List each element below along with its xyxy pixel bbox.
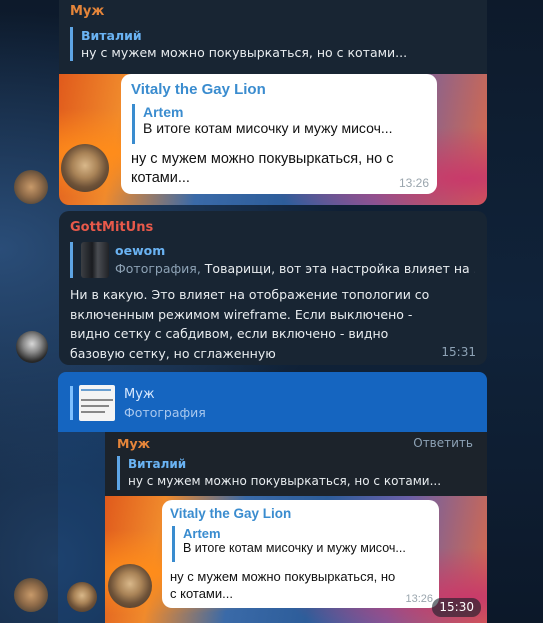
screenshot-quote-text: В итоге котам мисочку и мужу мисоч...: [143, 120, 393, 136]
message-image[interactable]: Vitaly the Gay Lion Artem В итоге котам …: [105, 496, 487, 623]
screenshot-bubble: Vitaly the Gay Lion Artem В итоге котам …: [162, 500, 439, 608]
screenshot-quote: Artem В итоге котам мисочку и мужу мисоч…: [132, 104, 433, 144]
screenshot-time: 13:26: [405, 593, 433, 605]
screenshot-bubble: Vitaly the Gay Lion Artem В итоге котам …: [121, 74, 437, 194]
sender-avatar-muzh[interactable]: [14, 170, 48, 204]
screenshot-avatar: [108, 564, 152, 608]
screenshot-text: ну с мужем можно покувыркаться, но с кот…: [170, 569, 396, 601]
message-bubble-2[interactable]: GottMitUns oewom Фотография, Товарищи, в…: [59, 211, 487, 365]
message-bubble-1[interactable]: Муж Виталий ну с мужем можно покувыркать…: [59, 0, 487, 205]
message-time: 15:30: [439, 600, 474, 614]
sender-avatar-gott[interactable]: [16, 331, 48, 363]
message-author[interactable]: Муж: [70, 4, 104, 19]
message-author[interactable]: Муж: [117, 436, 150, 451]
reply-text: ну с мужем можно покувыркаться, но с кот…: [128, 474, 442, 488]
screenshot-author: Vitaly the Gay Lion: [170, 506, 292, 521]
sender-avatar-muzh[interactable]: [14, 578, 48, 612]
screenshot-quote-text: В итоге котам мисочку и мужу мисоч...: [183, 541, 406, 555]
reply-banner-bar: [70, 386, 73, 420]
message-author[interactable]: GottMitUns: [70, 220, 153, 235]
reply-banner-kind: Фотография: [124, 405, 206, 420]
screenshot-quote-author: Artem: [143, 104, 184, 120]
reply-banner-author: Муж: [124, 387, 155, 402]
screenshot-time: 13:26: [398, 176, 429, 190]
screenshot-text: ну с мужем можно покувыркаться, но с кот…: [131, 151, 394, 186]
reply-kind: Фотография,: [115, 261, 201, 276]
reply-author: Виталий: [128, 457, 187, 471]
screenshot-quote: Artem В итоге котам мисочку и мужу мисоч…: [172, 526, 438, 562]
reply-quote[interactable]: Виталий ну с мужем можно покувыркаться, …: [70, 27, 461, 61]
screenshot-author: Vitaly the Gay Lion: [131, 81, 266, 98]
forwarded-sender-avatar[interactable]: [67, 582, 97, 612]
reply-thumbnail: [81, 242, 109, 278]
reply-banner-thumbnail: [79, 385, 115, 421]
reply-action-link[interactable]: Ответить: [413, 436, 473, 450]
reply-quote[interactable]: Виталий ну с мужем можно покувыркаться, …: [117, 456, 488, 490]
reply-quote[interactable]: oewom Фотография, Товарищи, вот эта наст…: [70, 242, 486, 278]
reply-author: oewom: [115, 243, 166, 258]
screenshot-avatar: [61, 144, 109, 192]
reply-line: Фотография, Товарищи, вот эта настройка …: [115, 260, 475, 277]
message-time: 15:31: [441, 345, 476, 359]
reply-text: Товарищи, вот эта настройка влияет на ..…: [204, 261, 475, 276]
reply-author: Виталий: [81, 28, 142, 43]
reply-banner[interactable]: Муж Фотография: [58, 372, 487, 432]
screenshot-quote-author: Artem: [183, 526, 221, 541]
message-image[interactable]: Vitaly the Gay Lion Artem В итоге котам …: [59, 74, 487, 205]
message-text: Ни в какую. Это влияет на отображение то…: [70, 287, 430, 361]
reply-text: ну с мужем можно покувыркаться, но с кот…: [81, 45, 408, 60]
forwarded-bubble[interactable]: Муж Ответить Виталий ну с мужем можно по…: [105, 432, 487, 623]
message-time-badge: 15:30: [432, 598, 481, 617]
